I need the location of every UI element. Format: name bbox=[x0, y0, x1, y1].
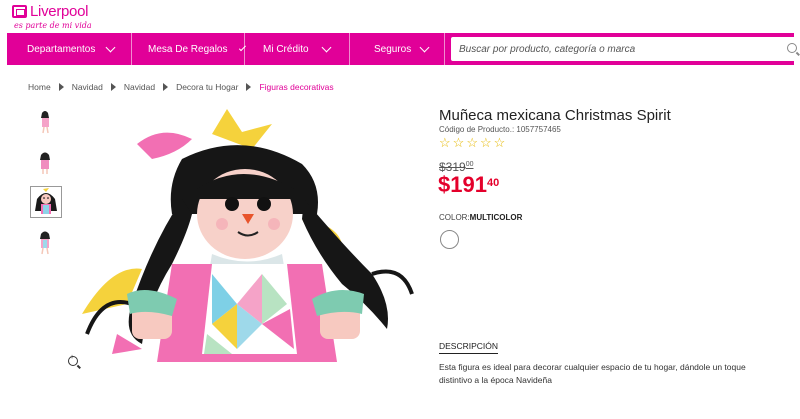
star-icon[interactable]: ☆ bbox=[480, 136, 492, 149]
breadcrumb: Home Navidad Navidad Decora tu Hogar Fig… bbox=[28, 82, 334, 92]
main-nav: Departamentos Mesa De Regalos Mi Crédito… bbox=[7, 33, 800, 65]
doll-thumbnail-image bbox=[40, 231, 50, 255]
product-main-image[interactable] bbox=[72, 104, 417, 374]
breadcrumb-current[interactable]: Figuras decorativas bbox=[259, 82, 333, 92]
breadcrumb-separator-icon bbox=[163, 83, 169, 91]
logo-icon bbox=[12, 5, 27, 18]
breadcrumb-separator-icon bbox=[246, 83, 252, 91]
color-swatch-multicolor[interactable] bbox=[440, 230, 459, 249]
breadcrumb-separator-icon bbox=[110, 83, 116, 91]
price-cents: 40 bbox=[486, 176, 500, 189]
product-title: Muñeca mexicana Christmas Spirit bbox=[439, 107, 671, 124]
breadcrumb-home[interactable]: Home bbox=[28, 82, 51, 92]
nav-label: Mi Crédito bbox=[263, 43, 309, 55]
product-code: Código de Producto.: 1057757465 bbox=[439, 125, 561, 134]
breadcrumb-separator-icon bbox=[58, 83, 64, 91]
doll-thumbnail-image bbox=[41, 111, 49, 134]
star-icon[interactable]: ☆ bbox=[494, 136, 506, 149]
nav-item-departamentos[interactable]: Departamentos bbox=[7, 33, 132, 65]
old-price-cents: 00 bbox=[465, 161, 474, 168]
nav-label: Departamentos bbox=[27, 43, 96, 55]
price-main: $191 bbox=[438, 172, 487, 197]
liverpool-logo[interactable]: Liverpool es parte de mi vida bbox=[12, 3, 122, 31]
thumbnail-4[interactable] bbox=[30, 226, 62, 258]
description-title[interactable]: DESCRIPCIÓN bbox=[439, 341, 499, 354]
doll-thumbnail-image bbox=[40, 152, 50, 174]
breadcrumb-decora-tu-hogar[interactable]: Decora tu Hogar bbox=[176, 82, 238, 92]
search-input[interactable] bbox=[459, 43, 779, 55]
nav-item-mi-credito[interactable]: Mi Crédito bbox=[245, 33, 350, 65]
nav-item-mesa-de-regalos[interactable]: Mesa De Regalos bbox=[132, 33, 247, 65]
thumbnail-1[interactable] bbox=[30, 106, 62, 138]
search-icon[interactable] bbox=[787, 43, 797, 53]
search-box bbox=[451, 37, 800, 61]
nav-label: Seguros bbox=[374, 43, 412, 55]
star-icon[interactable]: ☆ bbox=[466, 136, 478, 149]
description-text: Esta figura es ideal para decorar cualqu… bbox=[439, 362, 746, 385]
rating-stars[interactable]: ☆ ☆ ☆ ☆ ☆ bbox=[439, 136, 507, 149]
color-label: COLOR:MULTICOLOR bbox=[439, 213, 522, 222]
zoom-icon[interactable] bbox=[68, 354, 78, 366]
breadcrumb-navidad[interactable]: Navidad bbox=[72, 82, 103, 92]
logo-tagline: es parte de mi vida bbox=[14, 21, 92, 30]
color-label-text: COLOR: bbox=[439, 213, 470, 222]
nav-item-seguros[interactable]: Seguros bbox=[350, 33, 445, 65]
thumbnail-3-selected[interactable] bbox=[30, 186, 62, 218]
chevron-down-icon bbox=[419, 42, 430, 52]
star-icon[interactable]: ☆ bbox=[439, 136, 451, 149]
doll-product-image bbox=[82, 109, 414, 362]
chevron-down-icon bbox=[321, 42, 332, 52]
current-price: $19140 bbox=[438, 172, 499, 198]
thumbnail-2[interactable] bbox=[30, 146, 62, 178]
star-icon[interactable]: ☆ bbox=[453, 136, 465, 149]
logo-text: Liverpool bbox=[30, 3, 89, 20]
breadcrumb-navidad-2[interactable]: Navidad bbox=[124, 82, 155, 92]
doll-thumbnail-image bbox=[35, 188, 57, 214]
chevron-down-icon bbox=[105, 42, 116, 52]
color-value: MULTICOLOR bbox=[469, 213, 523, 222]
nav-label: Mesa De Regalos bbox=[148, 43, 228, 55]
